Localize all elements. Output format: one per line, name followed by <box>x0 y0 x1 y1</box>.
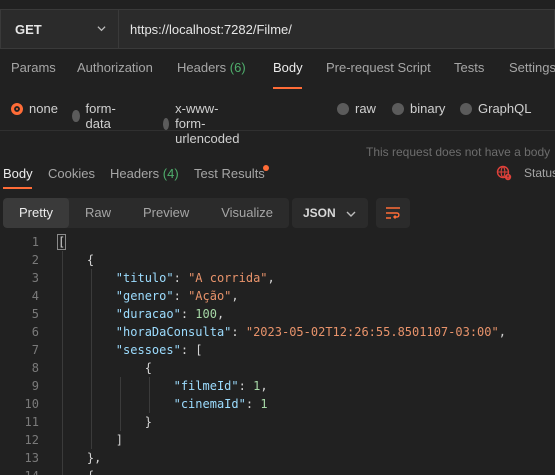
active-response-tab-underline <box>3 187 32 189</box>
test-results-dot <box>263 165 269 171</box>
line-number: 1 <box>31 235 39 249</box>
line-number: 4 <box>31 289 39 303</box>
status-area: Status <box>496 165 555 181</box>
code-text: { <box>86 253 95 267</box>
active-tab-underline <box>273 87 302 89</box>
line-number: 8 <box>31 361 39 375</box>
line-number: 13 <box>24 451 39 465</box>
code-text: "cinemaId": 1 <box>173 397 268 411</box>
radio-dot <box>337 102 349 115</box>
response-headers-count: (4) <box>162 166 179 181</box>
response-tabs: Body Cookies Headers (4) Test Results St… <box>0 165 555 190</box>
globe-error-icon <box>496 165 512 181</box>
radio-dot <box>392 102 404 115</box>
tab-settings[interactable]: Settings <box>509 60 555 75</box>
code-text: "duracao": 100, <box>115 307 225 321</box>
radio-dot <box>72 110 80 122</box>
code-text: }, <box>86 451 102 465</box>
view-mode-segment: Pretty Raw Preview Visualize <box>3 198 290 228</box>
radio-form-data[interactable]: form-data <box>72 101 120 131</box>
tab-cookies[interactable]: Cookies <box>48 166 95 181</box>
line-number: 5 <box>31 307 39 321</box>
tab-tests[interactable]: Tests <box>454 60 484 75</box>
wrap-lines-icon <box>386 207 400 219</box>
code-text: [ <box>56 234 67 250</box>
status-label: Status <box>524 166 555 180</box>
code-text: "titulo": "A corrida", <box>115 271 275 285</box>
code-text: ] <box>115 433 124 447</box>
method-select[interactable]: GET <box>0 9 118 49</box>
format-toolbar: Pretty Raw Preview Visualize JSON <box>3 198 410 228</box>
code-text: "genero": "Ação", <box>115 289 239 303</box>
tab-params[interactable]: Params <box>11 60 56 75</box>
request-bar: GET https://localhost:7282/Filme/ <box>0 9 555 49</box>
code-text: "filmeId": 1, <box>173 379 268 393</box>
wrap-lines-button[interactable] <box>376 198 410 228</box>
view-raw[interactable]: Raw <box>69 198 127 228</box>
divider <box>0 130 555 131</box>
radio-dot <box>163 117 170 130</box>
code-text: "horaDaConsulta": "2023-05-02T12:26:55.8… <box>115 325 506 339</box>
tab-response-headers[interactable]: Headers (4) <box>110 166 179 181</box>
tab-body[interactable]: Body <box>273 60 303 75</box>
view-pretty[interactable]: Pretty <box>3 198 69 228</box>
tab-response-body[interactable]: Body <box>3 166 33 181</box>
line-number: 3 <box>31 271 39 285</box>
radio-binary[interactable]: binary <box>392 101 445 116</box>
url-text: https://localhost:7282/Filme/ <box>130 21 292 37</box>
line-number: 9 <box>31 379 39 393</box>
radio-dot <box>11 102 23 115</box>
radio-none[interactable]: none <box>11 101 58 116</box>
code-text: { <box>144 361 152 375</box>
url-input[interactable]: https://localhost:7282/Filme/ <box>118 9 555 49</box>
code-text: } <box>144 415 152 429</box>
line-number: 12 <box>24 433 39 447</box>
line-number: 7 <box>31 343 39 357</box>
view-preview[interactable]: Preview <box>127 198 205 228</box>
radio-dot <box>460 102 472 115</box>
code-text: { <box>58 467 94 475</box>
radio-raw[interactable]: raw <box>337 101 376 116</box>
language-label: JSON <box>303 206 336 220</box>
view-visualize[interactable]: Visualize <box>205 198 289 228</box>
chevron-down-icon <box>97 26 106 32</box>
radio-x-www-form-urlencoded[interactable]: x-www-form-urlencoded <box>163 101 245 146</box>
tab-test-results[interactable]: Test Results <box>194 166 265 181</box>
tab-pre-request-script[interactable]: Pre-request Script <box>326 60 431 75</box>
chevron-down-icon <box>346 211 356 217</box>
line-number: 14 <box>0 467 39 475</box>
line-number: 10 <box>24 397 39 411</box>
headers-count: (6) <box>229 60 246 75</box>
line-number: 2 <box>31 253 39 267</box>
line-number: 6 <box>31 325 39 339</box>
radio-graphql[interactable]: GraphQL <box>460 101 531 116</box>
code-text: "sessoes": [ <box>115 343 203 357</box>
language-select[interactable]: JSON <box>292 198 368 228</box>
tab-authorization[interactable]: Authorization <box>77 60 153 75</box>
method-label: GET <box>15 21 42 37</box>
line-number: 11 <box>24 415 39 429</box>
no-body-hint: This request does not have a body <box>366 145 551 159</box>
response-body-viewer[interactable]: 1 [2 {3 "titulo": "A corrida", 4 "genero":… <box>0 233 555 475</box>
tab-headers[interactable]: Headers (6) <box>177 60 246 75</box>
